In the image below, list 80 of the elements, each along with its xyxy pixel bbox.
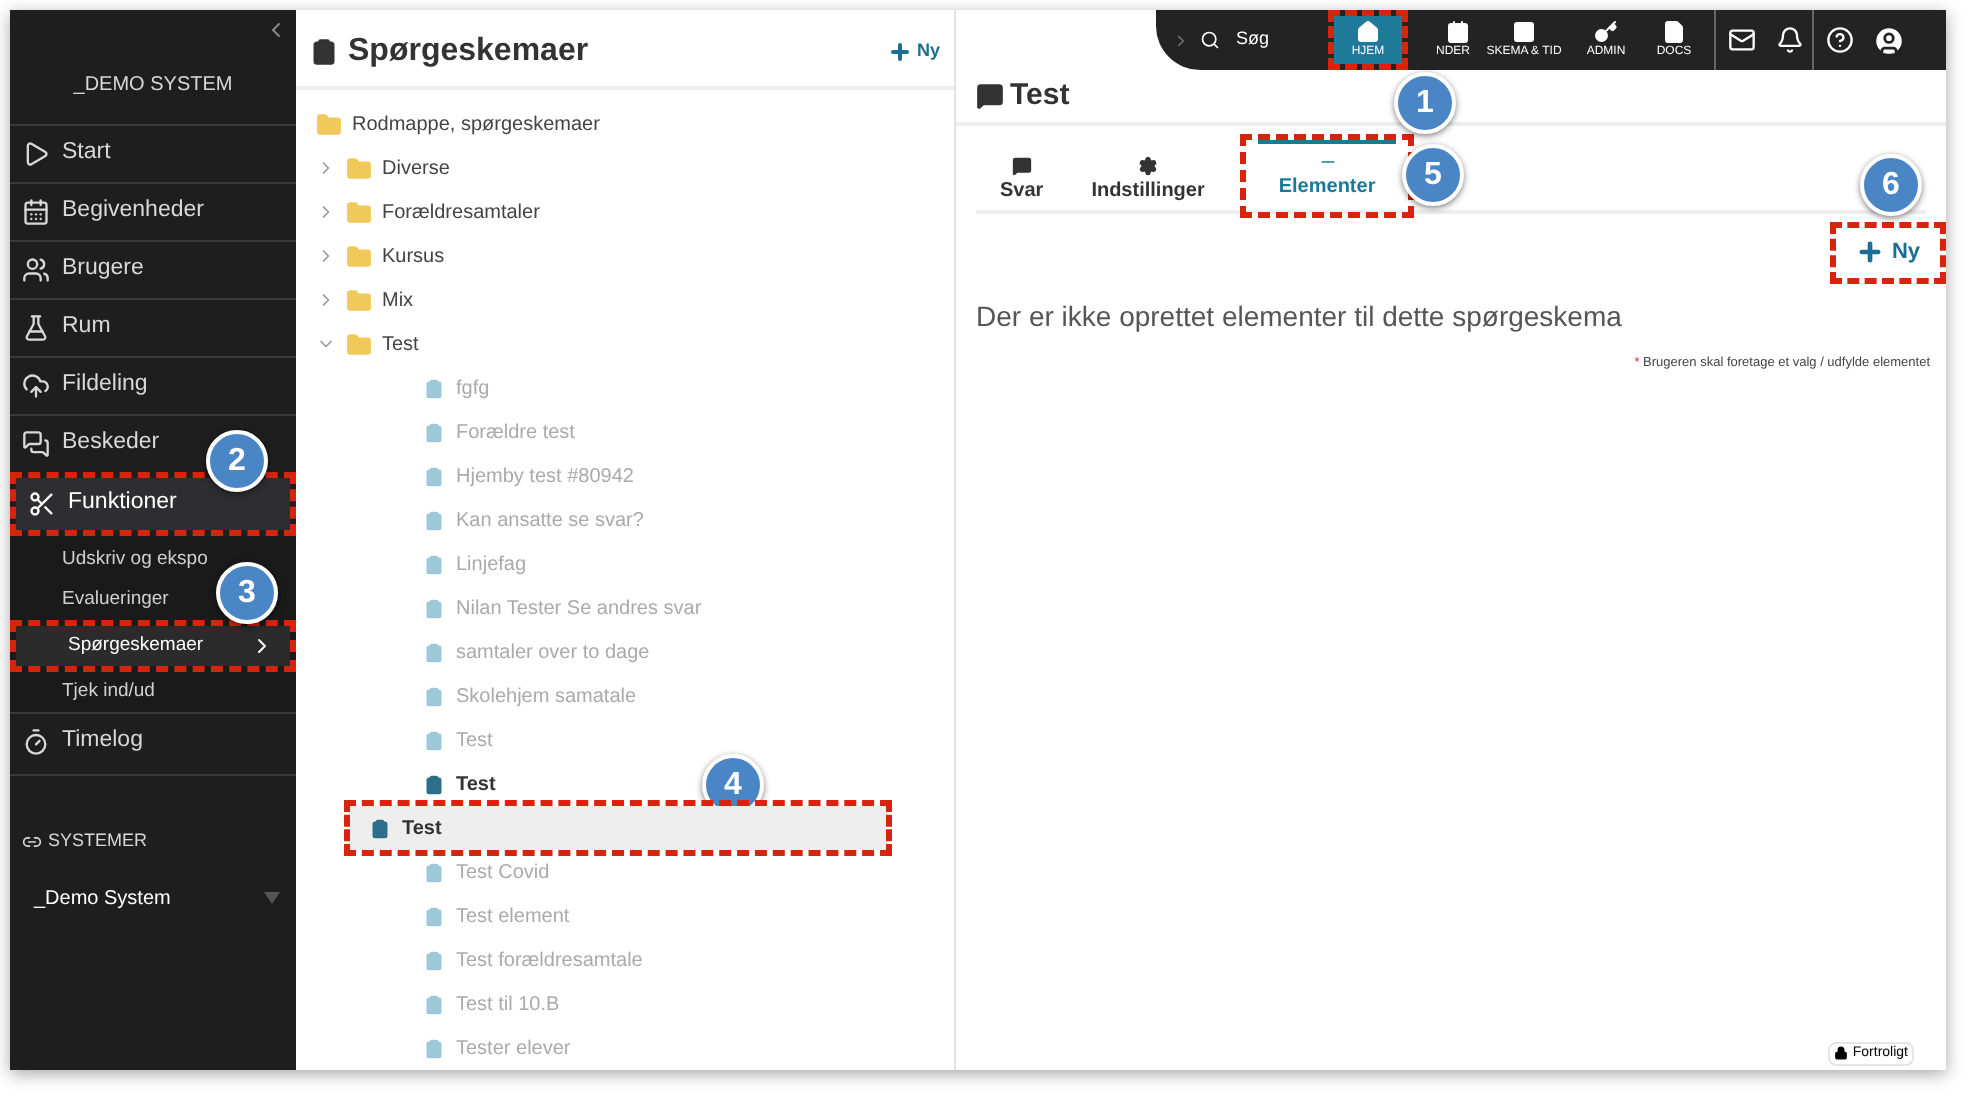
bell-icon[interactable] bbox=[1776, 26, 1805, 54]
clipboard-icon bbox=[370, 815, 390, 841]
submenu-item[interactable]: Tjek ind/ud bbox=[10, 672, 155, 712]
document-icon bbox=[1662, 19, 1687, 43]
tree-item[interactable]: Rodmappe, spørgeskemaer bbox=[296, 102, 954, 146]
clipboard-icon bbox=[424, 947, 444, 973]
dropdown-arrow-icon bbox=[264, 892, 280, 904]
clipboard-icon bbox=[424, 463, 444, 489]
plus-icon bbox=[1855, 238, 1884, 267]
questionnaire-item[interactable]: Test bbox=[350, 762, 504, 806]
folder-item[interactable]: Kursus bbox=[296, 234, 954, 278]
plus-icon bbox=[888, 40, 913, 64]
folder-icon bbox=[346, 199, 372, 225]
key-icon bbox=[1594, 19, 1619, 43]
sidebar-item[interactable]: Funktioner bbox=[16, 478, 290, 530]
clipboard-icon bbox=[424, 991, 444, 1017]
folder-item[interactable]: Diverse bbox=[296, 146, 954, 190]
clipboard-icon bbox=[424, 551, 444, 577]
link-icon bbox=[22, 831, 42, 852]
folder-icon bbox=[346, 243, 372, 269]
section-label: SYSTEMER bbox=[48, 828, 148, 854]
lock-icon bbox=[1834, 1046, 1849, 1061]
clipboard-icon bbox=[424, 683, 444, 709]
folder-item[interactable]: Test bbox=[296, 322, 954, 366]
mail-icon[interactable] bbox=[1726, 26, 1759, 54]
clipboard-icon bbox=[310, 36, 338, 68]
help-icon[interactable] bbox=[1826, 26, 1855, 54]
calendar-icon bbox=[1446, 19, 1471, 43]
clipboard-icon bbox=[424, 639, 444, 665]
clipboard-icon bbox=[424, 727, 444, 753]
sidebar-item[interactable]: Fildeling bbox=[10, 356, 296, 414]
questionnaire-item[interactable]: Test bbox=[350, 806, 886, 850]
clipboard-icon bbox=[424, 903, 444, 929]
system-title: _DEMO SYSTEM bbox=[71, 72, 235, 100]
tab[interactable]: Svar bbox=[976, 144, 1068, 210]
sidebar-item[interactable]: Rum bbox=[10, 298, 296, 356]
sidebar-item[interactable]: Timelog bbox=[10, 712, 296, 770]
clipboard-icon bbox=[424, 1035, 444, 1061]
submenu-item[interactable]: Udskriv og ekspo bbox=[10, 540, 208, 580]
chevron-icon[interactable] bbox=[1172, 31, 1190, 49]
clipboard-icon bbox=[424, 507, 444, 533]
flask-icon bbox=[22, 314, 50, 342]
folder-icon bbox=[346, 155, 372, 181]
folder-icon bbox=[346, 331, 372, 357]
tab[interactable]: Elementer bbox=[1258, 140, 1396, 206]
folder-icon bbox=[316, 111, 342, 137]
folder-item[interactable]: Forældresamtaler bbox=[296, 190, 954, 234]
avatar-icon[interactable] bbox=[1872, 23, 1907, 57]
gear-icon bbox=[1138, 156, 1159, 176]
empty-message: Der er ikke oprettet elementer til dette spørgeskema bbox=[974, 297, 1624, 336]
panel-title: Spørgeskemaer bbox=[348, 32, 589, 72]
submenu-item[interactable]: Evalueringer bbox=[10, 580, 169, 620]
tab[interactable]: Indstillinger bbox=[1067, 144, 1229, 210]
clipboard-icon bbox=[424, 595, 444, 621]
folder-item[interactable]: Mix bbox=[296, 278, 954, 322]
new-element-button[interactable]: Ny bbox=[1855, 236, 1920, 269]
sidebar-item[interactable]: Start bbox=[10, 124, 296, 182]
scissors-icon bbox=[28, 490, 56, 518]
folder-icon bbox=[346, 287, 372, 313]
clipboard-icon bbox=[424, 771, 444, 797]
system-select[interactable]: _Demo System bbox=[10, 883, 296, 913]
cloud-icon bbox=[22, 372, 50, 400]
clipboard-icon bbox=[424, 859, 444, 885]
detail-title: Test bbox=[1010, 75, 1070, 116]
submenu-item[interactable]: Spørgeskemaer bbox=[16, 626, 290, 666]
sidebar-item[interactable]: Begivenheder bbox=[10, 182, 296, 240]
home-icon bbox=[1356, 19, 1380, 43]
users-icon bbox=[22, 256, 50, 284]
chat-icon bbox=[1011, 156, 1032, 176]
clipboard-icon bbox=[424, 375, 444, 401]
search-button[interactable]: Søg bbox=[1200, 26, 1320, 54]
chat-icon bbox=[22, 430, 50, 458]
play-icon bbox=[22, 140, 50, 168]
clipboard-icon bbox=[424, 419, 444, 445]
timer-icon bbox=[22, 728, 50, 756]
survey-icon bbox=[976, 82, 1004, 110]
search-icon bbox=[1200, 30, 1220, 50]
sidebar-item[interactable]: Brugere bbox=[10, 240, 296, 298]
calendar-icon bbox=[22, 198, 50, 226]
new-button[interactable]: Ny bbox=[888, 38, 940, 66]
